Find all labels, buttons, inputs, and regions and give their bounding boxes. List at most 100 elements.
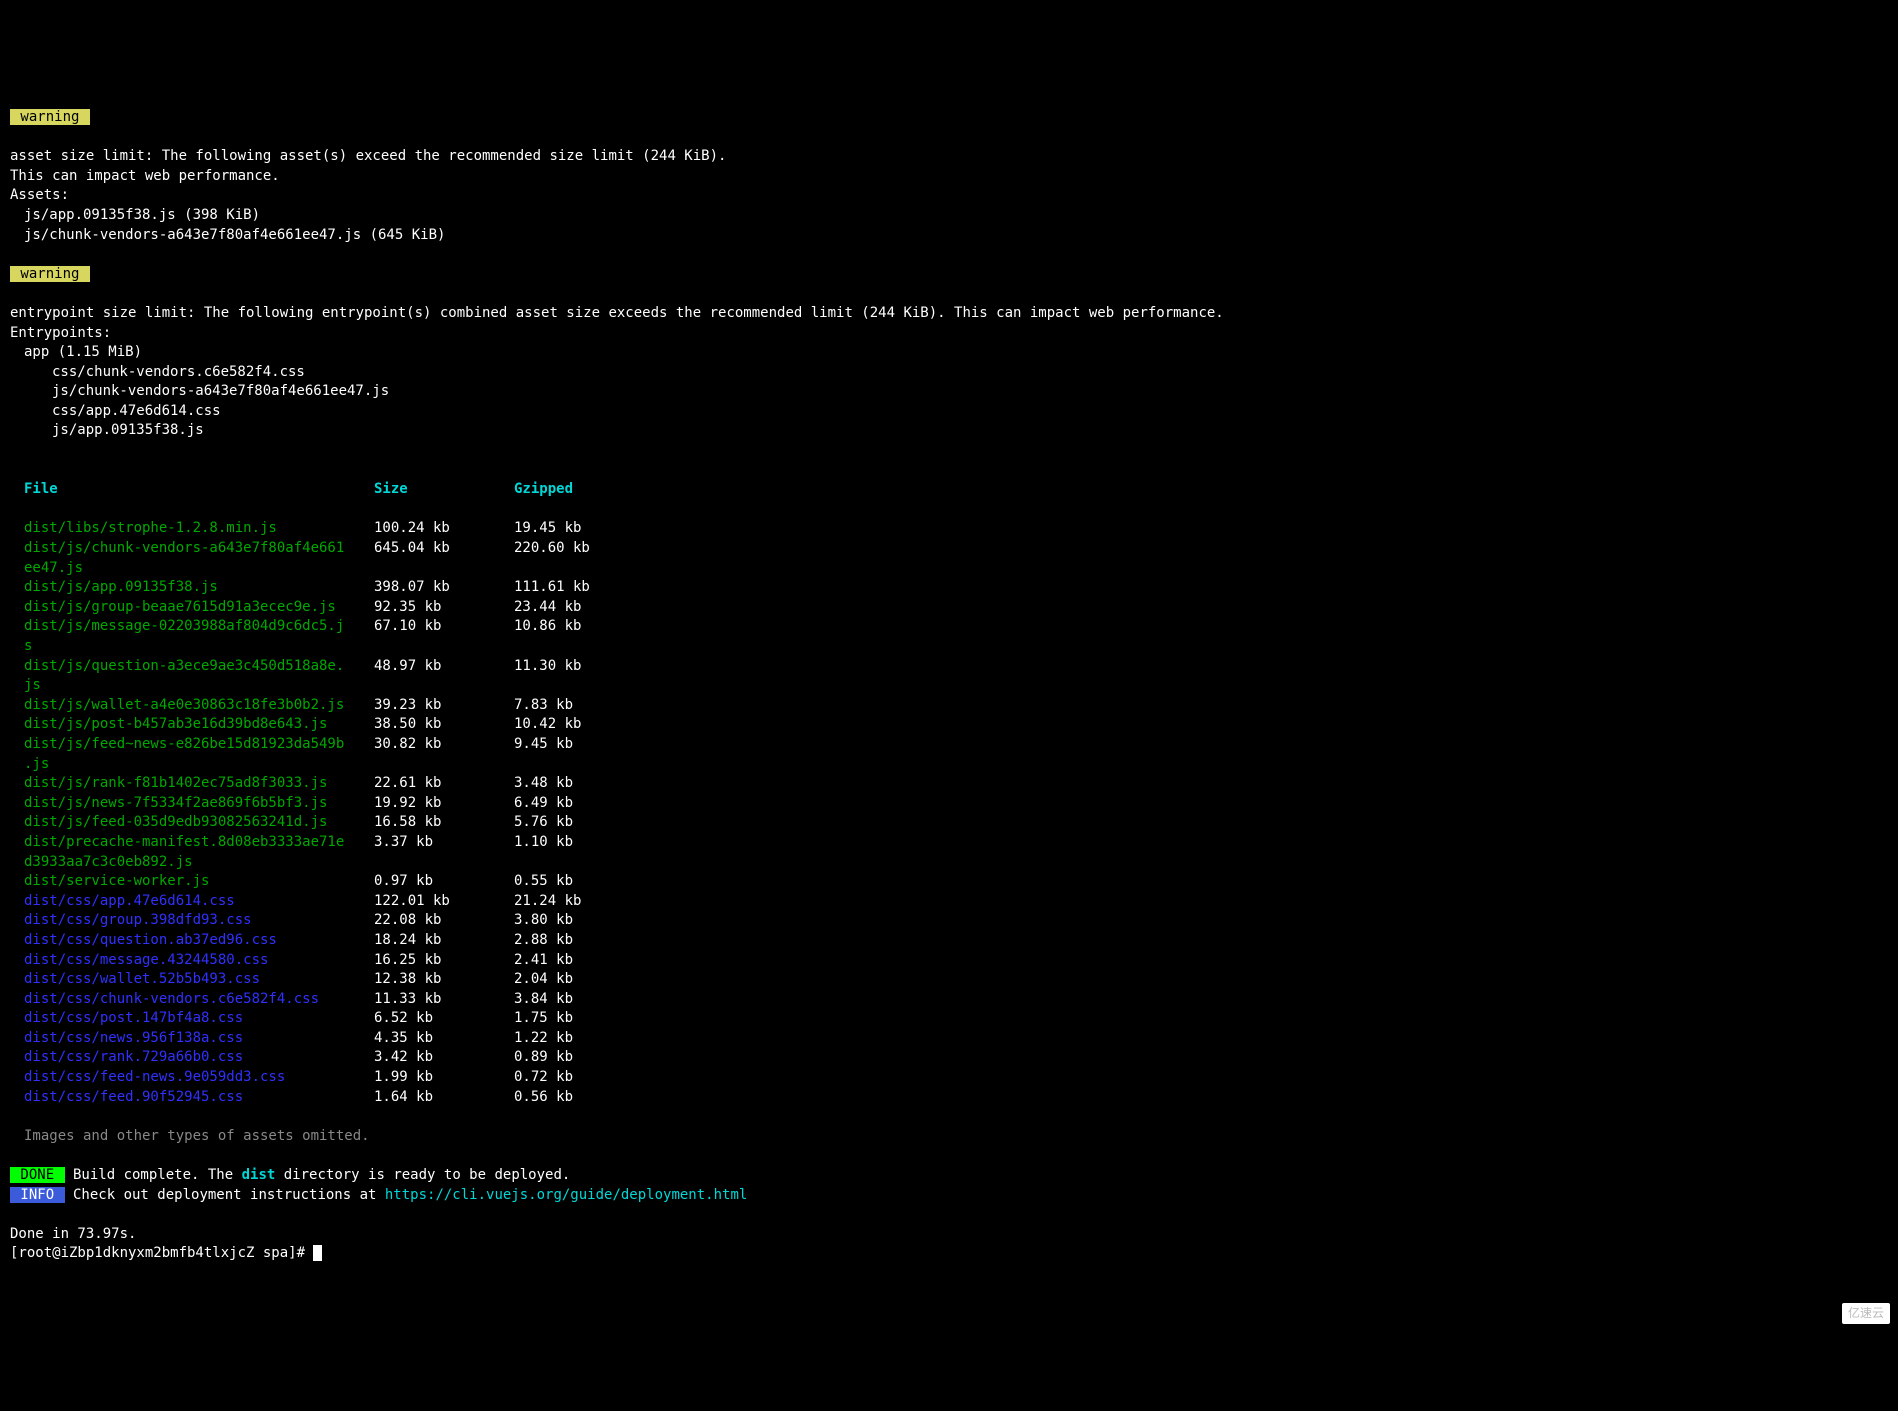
table-row: dist/precache-manifest.8d08eb3333ae71e d… xyxy=(24,833,1888,872)
asset-file: dist/css/feed-news.9e059dd3.css xyxy=(24,1068,374,1088)
table-row: dist/css/news.956f138a.css4.35 kb1.22 kb xyxy=(24,1029,1888,1049)
table-row: dist/js/feed-035d9edb93082563241d.js16.5… xyxy=(24,813,1888,833)
asset-gzip: 21.24 kb xyxy=(514,892,654,912)
table-row: dist/css/question.ab37ed96.css18.24 kb2.… xyxy=(24,931,1888,951)
watermark: 亿速云 xyxy=(1842,1303,1890,1324)
warn2-f3: css/app.47e6d614.css xyxy=(10,403,221,419)
done-msg-pre: Build complete. The xyxy=(65,1167,242,1183)
asset-size: 398.07 kb xyxy=(374,578,514,598)
asset-gzip: 2.41 kb xyxy=(514,951,654,971)
asset-gzip: 220.60 kb xyxy=(514,539,654,578)
asset-file: dist/js/rank-f81b1402ec75ad8f3033.js xyxy=(24,774,374,794)
asset-file: dist/js/group-beaae7615d91a3ecec9e.js xyxy=(24,598,374,618)
asset-gzip: 10.86 kb xyxy=(514,617,654,656)
deployment-link[interactable]: https://cli.vuejs.org/guide/deployment.h… xyxy=(385,1187,747,1203)
asset-size: 12.38 kb xyxy=(374,970,514,990)
table-row: dist/js/app.09135f38.js398.07 kb111.61 k… xyxy=(24,578,1888,598)
asset-size: 11.33 kb xyxy=(374,990,514,1010)
table-row: dist/js/question-a3ece9ae3c450d518a8e. j… xyxy=(24,657,1888,696)
table-row: dist/css/feed.90f52945.css1.64 kb0.56 kb xyxy=(24,1088,1888,1108)
asset-size: 48.97 kb xyxy=(374,657,514,696)
done-msg-post: directory is ready to be deployed. xyxy=(275,1167,570,1183)
warn2-line1: entrypoint size limit: The following ent… xyxy=(10,305,1224,321)
asset-file: dist/css/chunk-vendors.c6e582f4.css xyxy=(24,990,374,1010)
asset-size: 16.58 kb xyxy=(374,813,514,833)
info-badge: INFO xyxy=(10,1187,65,1203)
asset-size: 92.35 kb xyxy=(374,598,514,618)
table-row: dist/js/feed~news-e826be15d81923da549b .… xyxy=(24,735,1888,774)
asset-size: 1.99 kb xyxy=(374,1068,514,1088)
asset-gzip: 2.04 kb xyxy=(514,970,654,990)
asset-size: 16.25 kb xyxy=(374,951,514,971)
asset-gzip: 7.83 kb xyxy=(514,696,654,716)
asset-gzip: 0.55 kb xyxy=(514,872,654,892)
done-time: Done in 73.97s. xyxy=(10,1226,136,1242)
asset-file: dist/css/rank.729a66b0.css xyxy=(24,1048,374,1068)
table-header-row: FileSizeGzipped xyxy=(10,480,1888,500)
table-row: dist/css/wallet.52b5b493.css12.38 kb2.04… xyxy=(24,970,1888,990)
asset-file: dist/js/feed-035d9edb93082563241d.js xyxy=(24,813,374,833)
asset-gzip: 0.89 kb xyxy=(514,1048,654,1068)
asset-file: dist/js/app.09135f38.js xyxy=(24,578,374,598)
asset-gzip: 1.10 kb xyxy=(514,833,654,872)
table-row: dist/js/message-02203988af804d9c6dc5.j s… xyxy=(24,617,1888,656)
asset-gzip: 19.45 kb xyxy=(514,519,654,539)
done-dist-dir: dist xyxy=(242,1167,276,1183)
asset-size: 3.42 kb xyxy=(374,1048,514,1068)
cursor-icon xyxy=(313,1245,322,1261)
asset-file: dist/js/wallet-a4e0e30863c18fe3b0b2.js xyxy=(24,696,374,716)
asset-size: 19.92 kb xyxy=(374,794,514,814)
asset-file: dist/css/feed.90f52945.css xyxy=(24,1088,374,1108)
col-gzip-header: Gzipped xyxy=(514,480,654,500)
asset-gzip: 0.56 kb xyxy=(514,1088,654,1108)
warning-badge: warning xyxy=(10,109,90,125)
done-badge: DONE xyxy=(10,1167,65,1183)
table-row: dist/css/message.43244580.css16.25 kb2.4… xyxy=(24,951,1888,971)
warn2-f2: js/chunk-vendors-a643e7f80af4e661ee47.js xyxy=(10,383,389,399)
table-row: dist/js/group-beaae7615d91a3ecec9e.js92.… xyxy=(24,598,1888,618)
table-row: dist/libs/strophe-1.2.8.min.js100.24 kb1… xyxy=(24,519,1888,539)
asset-gzip: 1.75 kb xyxy=(514,1009,654,1029)
asset-gzip: 6.49 kb xyxy=(514,794,654,814)
asset-gzip: 2.88 kb xyxy=(514,931,654,951)
shell-prompt[interactable]: [root@iZbp1dknyxm2bmfb4tlxjcZ spa]# xyxy=(10,1245,313,1261)
asset-size: 39.23 kb xyxy=(374,696,514,716)
asset-size: 18.24 kb xyxy=(374,931,514,951)
asset-size: 38.50 kb xyxy=(374,715,514,735)
asset-size: 122.01 kb xyxy=(374,892,514,912)
warn1-asset1: js/app.09135f38.js (398 KiB) xyxy=(10,207,260,223)
asset-size: 30.82 kb xyxy=(374,735,514,774)
table-row: dist/css/feed-news.9e059dd3.css1.99 kb0.… xyxy=(24,1068,1888,1088)
asset-size: 645.04 kb xyxy=(374,539,514,578)
asset-size: 22.08 kb xyxy=(374,911,514,931)
asset-file: dist/js/message-02203988af804d9c6dc5.j s xyxy=(24,617,374,656)
table-row: dist/js/rank-f81b1402ec75ad8f3033.js22.6… xyxy=(24,774,1888,794)
asset-gzip: 11.30 kb xyxy=(514,657,654,696)
warn1-line3: Assets: xyxy=(10,187,69,203)
asset-file: dist/js/question-a3ece9ae3c450d518a8e. j… xyxy=(24,657,374,696)
info-msg-pre: Check out deployment instructions at xyxy=(65,1187,385,1203)
asset-file: dist/css/post.147bf4a8.css xyxy=(24,1009,374,1029)
table-row: dist/css/rank.729a66b0.css3.42 kb0.89 kb xyxy=(24,1048,1888,1068)
asset-file: dist/js/news-7f5334f2ae869f6b5bf3.js xyxy=(24,794,374,814)
asset-gzip: 9.45 kb xyxy=(514,735,654,774)
warn1-line2: This can impact web performance. xyxy=(10,168,280,184)
asset-gzip: 0.72 kb xyxy=(514,1068,654,1088)
asset-size: 22.61 kb xyxy=(374,774,514,794)
asset-file: dist/js/chunk-vendors-a643e7f80af4e661 e… xyxy=(24,539,374,578)
warn1-line1: asset size limit: The following asset(s)… xyxy=(10,148,726,164)
asset-size: 3.37 kb xyxy=(374,833,514,872)
asset-file: dist/css/group.398dfd93.css xyxy=(24,911,374,931)
asset-gzip: 111.61 kb xyxy=(514,578,654,598)
asset-file: dist/css/wallet.52b5b493.css xyxy=(24,970,374,990)
asset-file: dist/css/question.ab37ed96.css xyxy=(24,931,374,951)
warn1-asset2: js/chunk-vendors-a643e7f80af4e661ee47.js… xyxy=(10,227,445,243)
asset-gzip: 3.48 kb xyxy=(514,774,654,794)
asset-size: 100.24 kb xyxy=(374,519,514,539)
table-row: dist/css/post.147bf4a8.css6.52 kb1.75 kb xyxy=(24,1009,1888,1029)
col-file-header: File xyxy=(24,480,374,500)
table-row: dist/css/chunk-vendors.c6e582f4.css11.33… xyxy=(24,990,1888,1010)
table-row: dist/js/wallet-a4e0e30863c18fe3b0b2.js39… xyxy=(24,696,1888,716)
asset-gzip: 23.44 kb xyxy=(514,598,654,618)
terminal-output: warning asset size limit: The following … xyxy=(10,88,1888,1264)
